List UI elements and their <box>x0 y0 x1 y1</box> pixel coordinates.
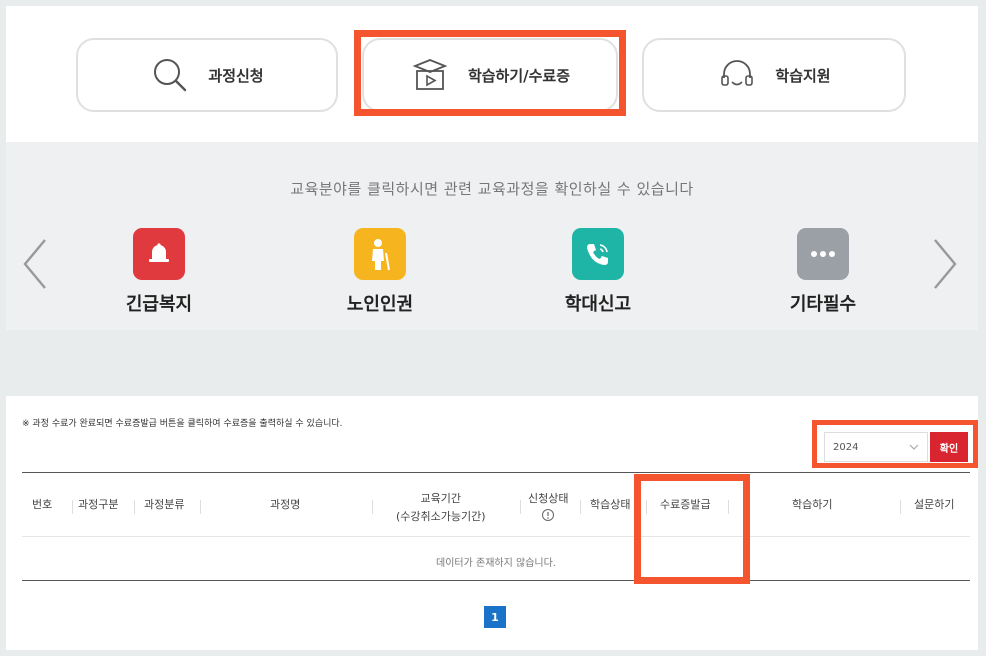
category-label: 노인인권 <box>346 294 414 315</box>
course-apply-button[interactable]: 과정신청 <box>76 38 338 112</box>
column-header-learn: 학습하기 <box>792 498 833 511</box>
info-icon[interactable] <box>528 508 568 528</box>
empty-table-message: 데이터가 존재하지 않습니다. <box>436 558 556 569</box>
column-divider <box>134 500 135 514</box>
column-header-type: 과정구분 <box>78 498 119 511</box>
pagination-page-button[interactable]: 1 <box>484 606 506 628</box>
category-guide-text: 교육분야를 클릭하시면 관련 교육과정을 확인하실 수 있습니다 <box>290 180 694 198</box>
column-divider <box>72 500 73 514</box>
column-header-no: 번호 <box>32 498 53 511</box>
course-apply-label: 과정신청 <box>208 66 264 85</box>
category-label: 긴급복지 <box>125 294 193 315</box>
bell-icon <box>133 228 185 280</box>
column-divider <box>900 500 901 514</box>
highlight-year-select <box>812 420 978 468</box>
column-header-survey: 설문하기 <box>914 498 955 511</box>
next-arrow-button[interactable] <box>928 234 964 294</box>
category-label: 학대신고 <box>564 294 632 315</box>
learn-support-button[interactable]: 학습지원 <box>642 38 906 112</box>
phone-icon <box>572 228 624 280</box>
category-item[interactable]: 긴급복지 <box>99 228 219 316</box>
category-band: 교육분야를 클릭하시면 관련 교육과정을 확인하실 수 있습니다 긴급복지 노인… <box>6 142 978 330</box>
column-header-name: 과정명 <box>270 498 301 511</box>
column-header-period: 교육기간 (수강취소가능기간) <box>396 490 486 526</box>
category-label: 기타필수 <box>789 294 857 315</box>
column-divider <box>372 500 373 514</box>
learn-support-label: 학습지원 <box>775 66 831 85</box>
column-header-period-sub: (수강취소가능기간) <box>396 510 486 523</box>
elder-person-icon <box>354 228 406 280</box>
column-divider <box>580 500 581 514</box>
category-item[interactable]: 학대신고 <box>538 228 658 316</box>
highlight-learn-certificate <box>354 30 626 116</box>
column-divider <box>520 500 521 514</box>
column-header-apply-status-label: 신청상태 <box>528 492 569 505</box>
column-header-category: 과정분류 <box>144 498 185 511</box>
headset-icon <box>717 55 757 95</box>
column-header-learn-status: 학습상태 <box>590 498 631 511</box>
chevron-right-icon <box>934 239 957 289</box>
table-top-border <box>22 472 970 473</box>
search-icon <box>150 55 190 95</box>
chevron-left-icon <box>23 239 46 289</box>
column-divider <box>200 500 201 514</box>
category-item[interactable]: 노인인권 <box>320 228 440 316</box>
column-header-period-main: 교육기간 <box>420 492 462 505</box>
prev-arrow-button[interactable] <box>16 234 52 294</box>
highlight-certificate-column <box>634 474 750 584</box>
certificate-notice: ※ 과정 수료가 완료되면 수료증발급 버튼을 클릭하여 수료증을 출력하실 수… <box>22 419 343 429</box>
category-item[interactable]: 기타필수 <box>763 228 883 316</box>
table-bottom-border <box>22 580 970 581</box>
column-header-apply-status: 신청상태 <box>528 490 568 528</box>
more-icon <box>797 228 849 280</box>
table-header-border <box>22 536 970 537</box>
